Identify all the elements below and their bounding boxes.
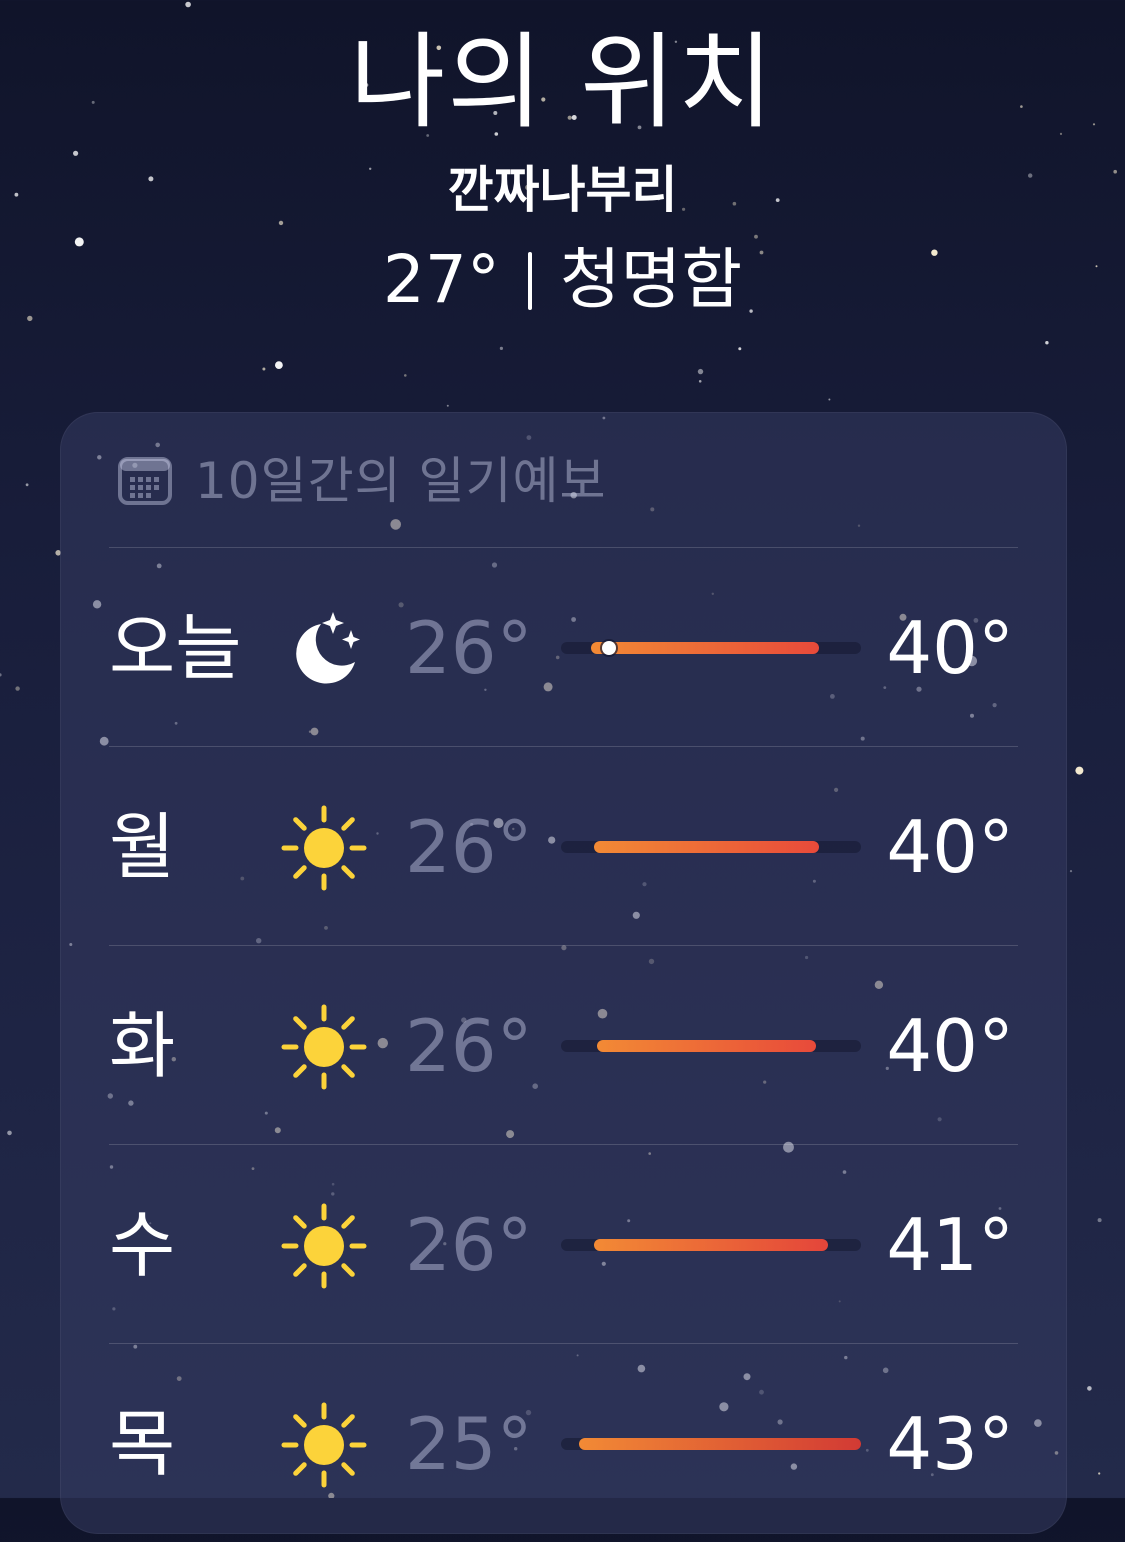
forecast-day: 오늘 (109, 606, 242, 690)
temperature-range-bar (561, 1040, 861, 1052)
temperature-range-fill (594, 841, 819, 853)
forecast-high-temp: 40° (886, 606, 1014, 690)
forecast-row[interactable]: 수 26° 41° (109, 1144, 1018, 1343)
temperature-range-bar (561, 1438, 861, 1450)
forecast-title: 10일간의 일기예보 (195, 452, 607, 510)
location-title: 나의 위치 (349, 21, 776, 143)
forecast-row[interactable]: 화 26° 40° (109, 945, 1018, 1144)
forecast-header: 10일간의 일기예보 (117, 453, 607, 509)
current-conditions: 27° 청명함 (0, 240, 1125, 320)
forecast-low-temp: 26° (405, 1203, 533, 1287)
forecast-day: 월 (109, 805, 176, 889)
forecast-high-temp: 41° (886, 1203, 1014, 1287)
forecast-low-temp: 25° (405, 1402, 533, 1486)
temperature-range-bar (561, 841, 861, 853)
forecast-low-temp: 26° (405, 1004, 533, 1088)
current-temperature-marker (602, 641, 616, 655)
sun-icon (281, 805, 367, 891)
location-name: 깐짜나부리 (447, 161, 678, 219)
forecast-low-temp: 26° (405, 805, 533, 889)
temperature-range-bar (561, 641, 861, 655)
calendar-icon (118, 457, 172, 505)
temperature-range-fill (597, 1040, 816, 1052)
conditions-separator (527, 252, 532, 310)
forecast-high-temp: 40° (886, 805, 1014, 889)
forecast-row[interactable]: 오늘 26° 40° (109, 547, 1018, 746)
temperature-range-fill (591, 642, 819, 654)
temperature-range-fill (579, 1438, 861, 1450)
forecast-low-temp: 26° (405, 606, 533, 690)
temperature-range-fill (594, 1239, 828, 1251)
current-condition: 청명함 (559, 241, 743, 318)
forecast-high-temp: 40° (886, 1004, 1014, 1088)
sun-icon (281, 1203, 367, 1289)
forecast-day: 수 (109, 1203, 176, 1287)
moon-stars-icon (281, 606, 367, 692)
forecast-high-temp: 43° (886, 1402, 1014, 1486)
sun-icon (281, 1004, 367, 1090)
sun-icon (281, 1402, 367, 1488)
temperature-range-bar (561, 1239, 861, 1251)
forecast-day: 화 (109, 1004, 176, 1088)
forecast-day: 목 (109, 1402, 176, 1486)
forecast-row[interactable]: 월 26° 40° (109, 746, 1018, 945)
current-temperature: 27° (382, 241, 500, 318)
ten-day-forecast-panel[interactable]: 10일간의 일기예보 오늘 26° 40° 월 26° 40° 화 26° 40° 수 26° 41°… (60, 412, 1067, 1534)
forecast-row[interactable]: 목 25° 43° (109, 1343, 1018, 1542)
